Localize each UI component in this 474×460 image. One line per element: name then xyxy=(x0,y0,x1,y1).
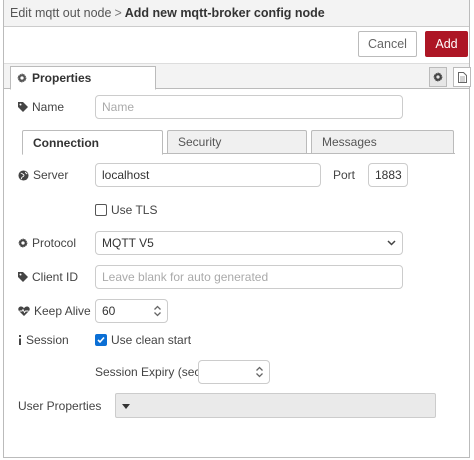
session-label-row: Session xyxy=(18,331,69,349)
gear-icon xyxy=(18,238,28,248)
globe-icon xyxy=(18,169,29,181)
keep-alive-label-row: Keep Alive xyxy=(18,302,91,320)
caret-down-icon[interactable] xyxy=(122,404,130,409)
user-properties-label: User Properties xyxy=(18,399,102,413)
use-tls-checkbox[interactable] xyxy=(95,204,107,216)
user-properties-editor[interactable] xyxy=(115,393,436,418)
config-dialog: Edit mqtt out node > Add new mqtt-broker c… xyxy=(3,0,471,458)
breadcrumb-separator: > xyxy=(114,6,122,20)
checkmark-icon xyxy=(97,336,105,344)
client-id-label-row: Client ID xyxy=(18,268,78,286)
client-id-label: Client ID xyxy=(32,270,79,284)
keep-alive-value: 60 xyxy=(102,304,116,318)
protocol-select[interactable]: MQTT V5 xyxy=(95,231,403,255)
use-tls-label: Use TLS xyxy=(111,203,158,217)
tag-icon xyxy=(18,102,28,112)
spinner-arrows-icon[interactable] xyxy=(153,304,162,318)
connection-subtabs: Connection Security Messages xyxy=(22,130,455,155)
spinner-arrows-icon[interactable] xyxy=(255,365,264,379)
keep-alive-label: Keep Alive xyxy=(34,304,91,318)
name-input[interactable]: Name xyxy=(95,95,403,119)
tab-description[interactable] xyxy=(453,67,471,87)
client-id-input[interactable]: Leave blank for auto generated xyxy=(95,265,403,289)
tab-properties-label: Properties xyxy=(32,71,92,85)
subtab-security[interactable]: Security xyxy=(167,130,307,154)
breadcrumb-current: Add new mqtt-broker config node xyxy=(124,6,325,20)
name-label-row: Name xyxy=(18,98,64,116)
breadcrumb: Edit mqtt out node > Add new mqtt-broker c… xyxy=(10,6,325,20)
chevron-down-icon xyxy=(387,240,396,246)
protocol-label-row: Protocol xyxy=(18,234,76,252)
breadcrumb-parent[interactable]: Edit mqtt out node xyxy=(10,6,111,20)
cancel-button[interactable]: Cancel xyxy=(358,31,417,57)
subtab-messages[interactable]: Messages xyxy=(311,130,454,154)
session-expiry-label: Session Expiry (secs) xyxy=(95,365,211,379)
heartbeat-icon xyxy=(18,306,30,316)
clean-start-checkbox[interactable] xyxy=(95,334,107,346)
gear-icon xyxy=(433,72,443,82)
name-label: Name xyxy=(32,100,65,114)
info-icon xyxy=(19,335,21,345)
clean-start-label: Use clean start xyxy=(111,333,192,347)
server-label: Server xyxy=(33,168,69,182)
port-input[interactable]: 1883 xyxy=(368,163,408,187)
session-expiry-input[interactable] xyxy=(198,360,270,384)
tag-icon xyxy=(18,272,28,282)
protocol-label: Protocol xyxy=(32,236,77,250)
protocol-value: MQTT V5 xyxy=(102,236,154,250)
dialog-header: Edit mqtt out node > Add new mqtt-broker c… xyxy=(4,0,469,27)
tab-properties[interactable]: Properties xyxy=(10,66,156,90)
gear-icon xyxy=(17,73,27,83)
keep-alive-input[interactable]: 60 xyxy=(95,299,168,323)
properties-tabstrip: Properties xyxy=(4,63,471,90)
add-button[interactable]: Add xyxy=(425,31,468,57)
subtab-connection[interactable]: Connection xyxy=(22,130,163,155)
document-icon xyxy=(457,71,467,83)
port-label: Port xyxy=(333,168,356,182)
server-label-row: Server xyxy=(18,166,68,184)
tab-settings[interactable] xyxy=(429,67,447,87)
session-label: Session xyxy=(26,333,69,347)
server-input[interactable]: localhost xyxy=(95,163,321,187)
